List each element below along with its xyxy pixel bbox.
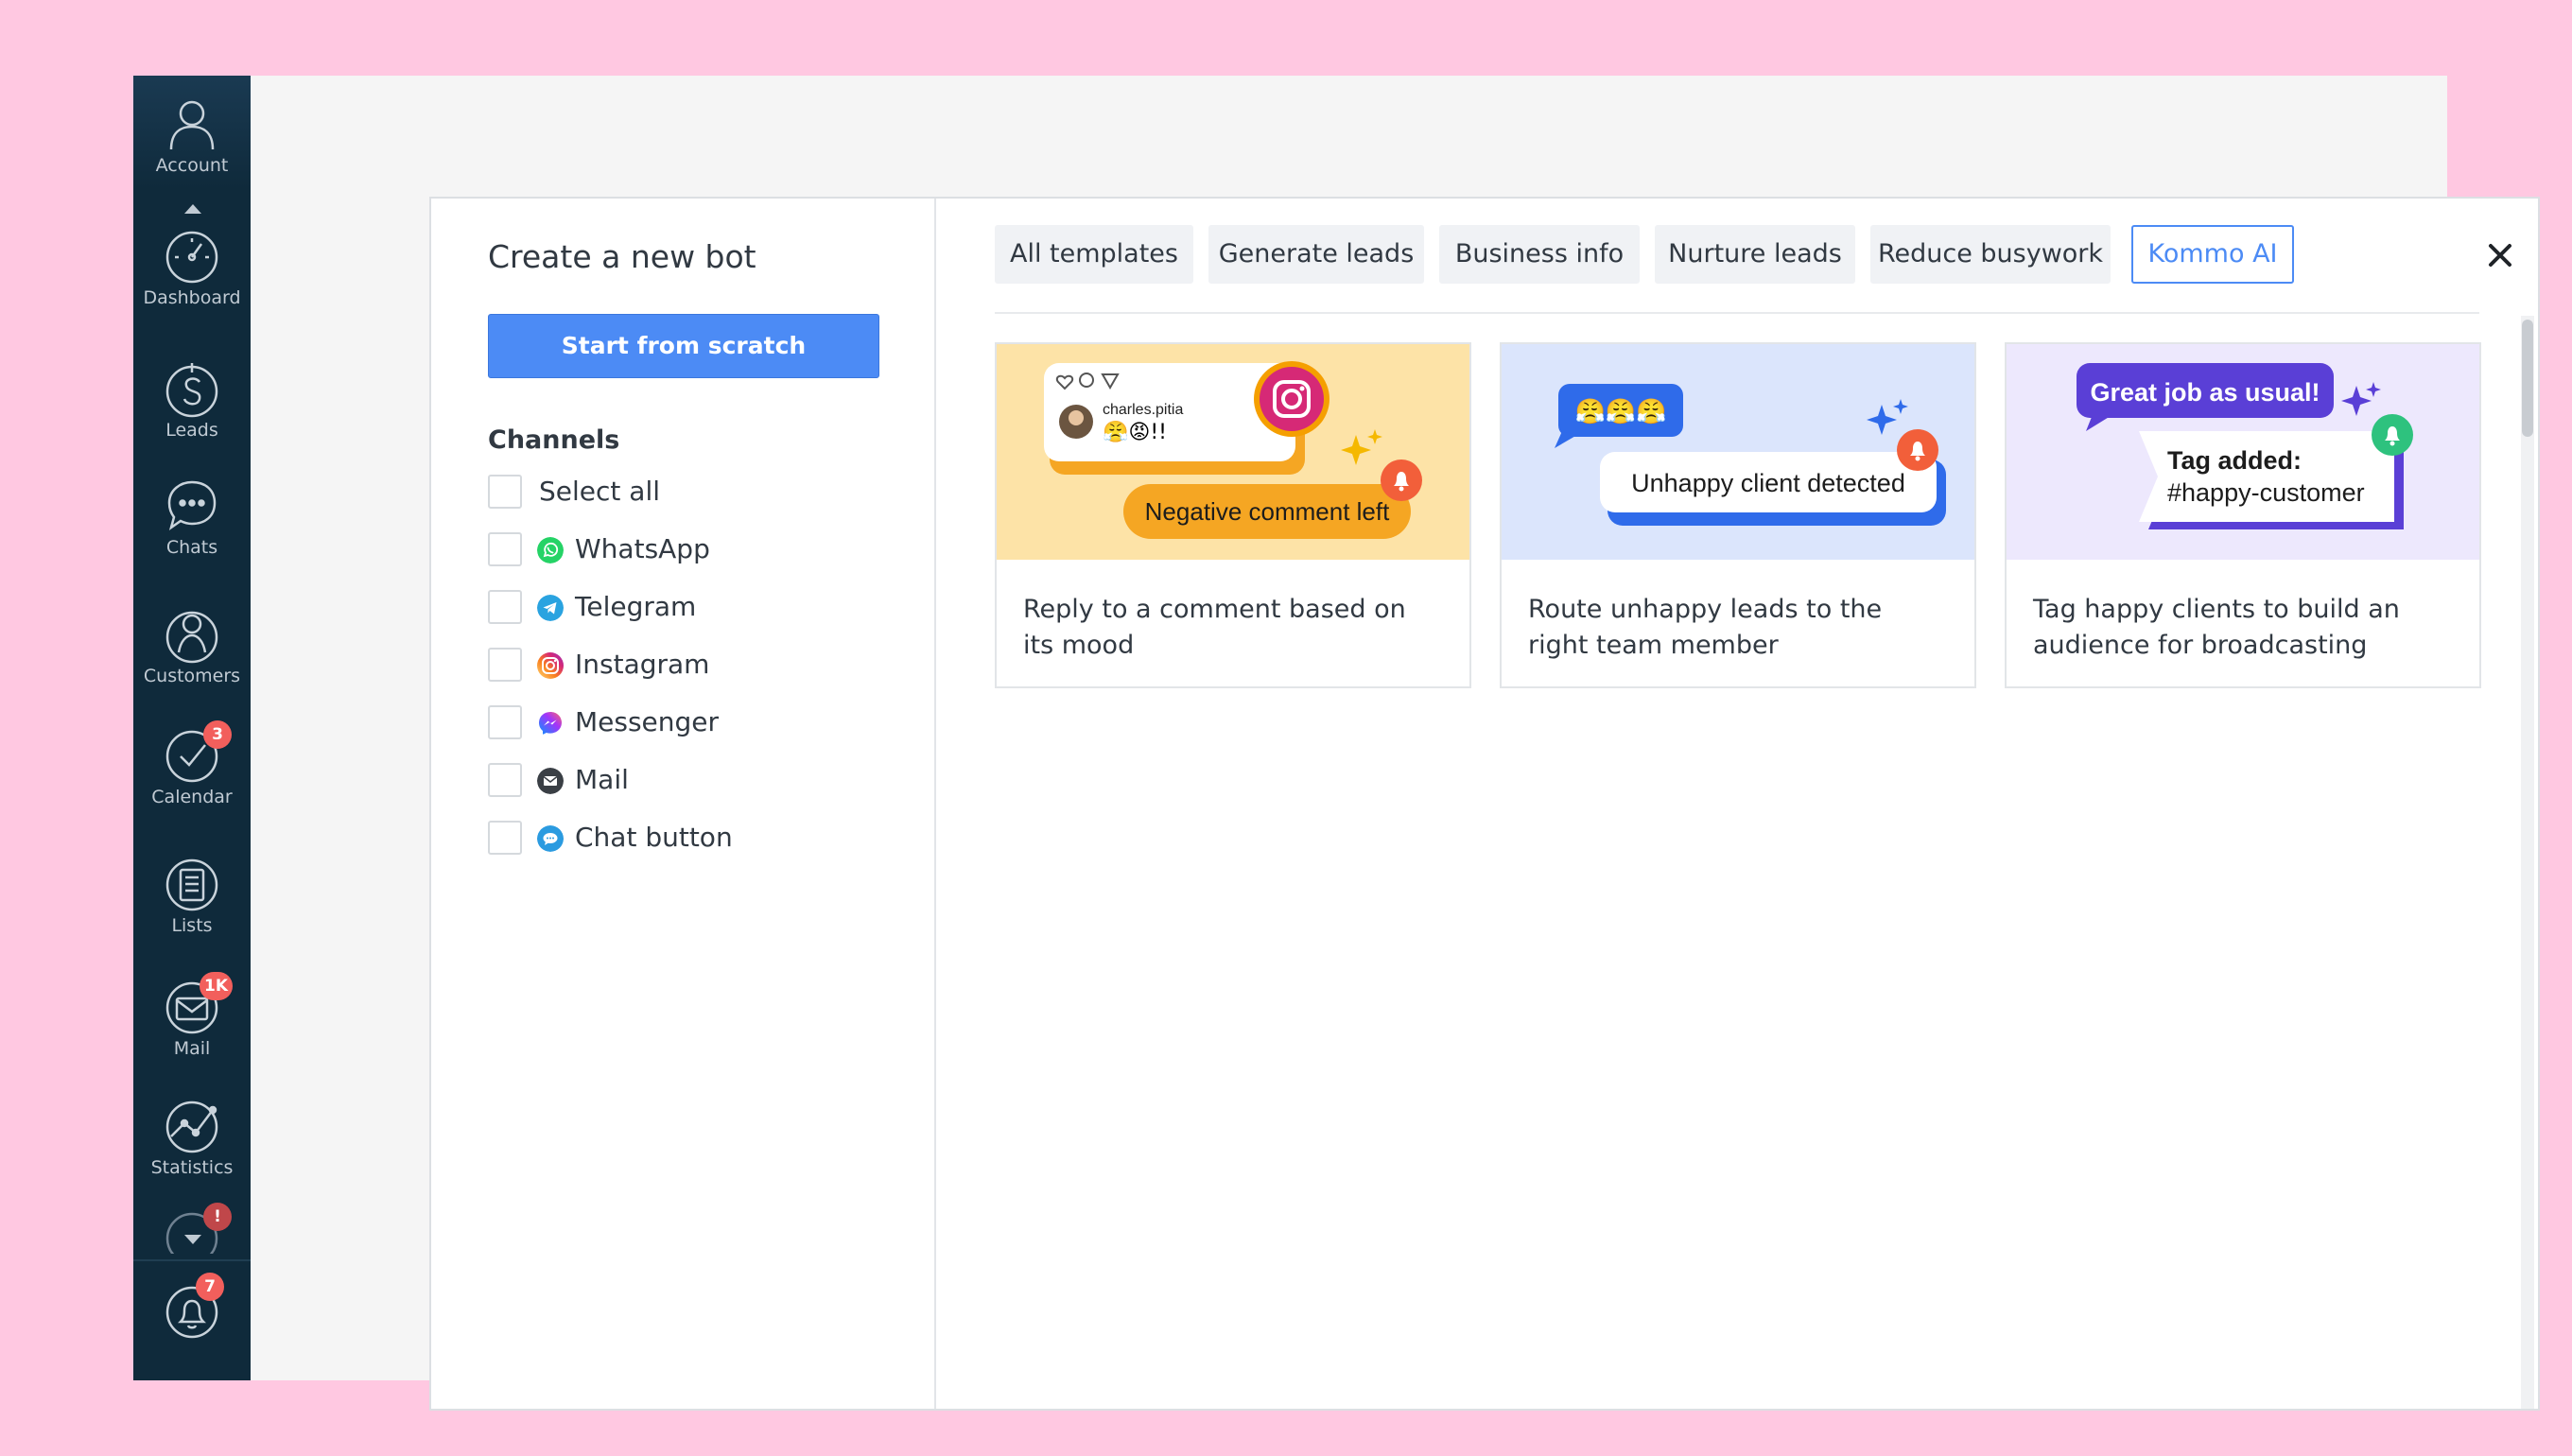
leads-icon — [165, 363, 218, 418]
channel-label: Chat button — [575, 822, 733, 853]
app-window: Account Dashboard Leads Chats Customers … — [133, 76, 2540, 1411]
tab-kommo-ai[interactable]: Kommo AI — [2131, 225, 2294, 284]
card-bubble-text: Great job as usual! — [2090, 378, 2320, 407]
sidebar-item-label: Mail — [173, 1038, 211, 1059]
card-bubble-text: Unhappy client detected — [1631, 469, 1905, 497]
chat-button-icon — [537, 825, 564, 852]
sidebar-item-leads[interactable]: Leads — [133, 346, 251, 452]
channel-label: Instagram — [575, 649, 710, 680]
sidebar-item-label: Customers — [143, 666, 241, 686]
sidebar-item-label: Chats — [165, 537, 218, 558]
sidebar-item-dashboard[interactable]: Dashboard — [133, 214, 251, 320]
account-icon — [169, 100, 215, 150]
channel-label: WhatsApp — [575, 533, 710, 564]
sidebar-item-label: Statistics — [150, 1157, 234, 1178]
card-emojis: 😤😤😤 — [1574, 398, 1666, 426]
sidebar-item-label: Lists — [171, 915, 213, 936]
sidebar-item-mail[interactable]: 1K Mail — [133, 964, 251, 1070]
statistics-icon — [165, 1101, 218, 1153]
sidebar-item-label: Account — [155, 155, 229, 176]
checkbox[interactable] — [488, 705, 522, 739]
close-icon[interactable] — [2481, 236, 2519, 274]
channels-title: Channels — [488, 425, 620, 455]
mail-icon — [537, 768, 564, 794]
channel-select-all[interactable]: Select all — [488, 473, 866, 511]
channel-label: Messenger — [575, 706, 720, 737]
sidebar-item-label: Dashboard — [143, 287, 241, 308]
template-card-tag-happy[interactable]: Great job as usual! Tag added: #happy-cu… — [2005, 342, 2481, 688]
sidebar-divider — [133, 1259, 251, 1261]
scrollbar-track[interactable] — [2521, 316, 2534, 1409]
card-tag-line1: Tag added: — [2167, 446, 2302, 475]
channel-label: Mail — [575, 764, 629, 795]
tab-all-templates[interactable]: All templates — [995, 225, 1193, 284]
card-illustration: charles.pitia 😤😡!! Negative comment left — [997, 344, 1469, 560]
tab-business-info[interactable]: Business info — [1439, 225, 1640, 284]
sidebar-item-statistics[interactable]: Statistics — [133, 1083, 251, 1189]
calendar-badge: 3 — [203, 720, 232, 749]
whatsapp-icon — [537, 537, 564, 563]
sidebar-item-label: Leads — [165, 420, 218, 441]
more-badge: ! — [203, 1203, 232, 1231]
channel-instagram[interactable]: Instagram — [488, 646, 866, 684]
card-emojis: 😤😡!! — [1103, 420, 1167, 444]
checkbox[interactable] — [488, 821, 522, 855]
sidebar-item-account[interactable]: Account — [133, 81, 251, 187]
tab-generate-leads[interactable]: Generate leads — [1208, 225, 1424, 284]
scroll-up-icon[interactable] — [184, 204, 201, 214]
template-card-route-unhappy[interactable]: 😤😤😤 Unhappy client detected Route unhapp… — [1500, 342, 1976, 688]
card-bubble-text: Negative comment left — [1145, 497, 1390, 526]
checkbox[interactable] — [488, 590, 522, 624]
template-card-reply-comment[interactable]: charles.pitia 😤😡!! Negative comment left… — [995, 342, 1471, 688]
lists-icon — [165, 858, 218, 911]
sidebar-item-label: Calendar — [151, 787, 233, 807]
channel-telegram[interactable]: Telegram — [488, 588, 866, 626]
card-description: Route unhappy leads to the right team me… — [1528, 595, 1883, 660]
customers-icon — [165, 611, 218, 664]
card-illustration: Great job as usual! Tag added: #happy-cu… — [2007, 344, 2479, 560]
notifications-badge: 7 — [196, 1273, 224, 1301]
tabs-divider — [995, 312, 2479, 314]
instagram-icon — [537, 652, 564, 679]
card-description: Tag happy clients to build an audience f… — [2033, 595, 2400, 660]
card-description: Reply to a comment based on its mood — [1023, 595, 1406, 660]
start-from-scratch-button[interactable]: Start from scratch — [488, 314, 879, 378]
checkbox[interactable] — [488, 648, 522, 682]
sidebar-item-more[interactable]: ! — [133, 1197, 251, 1254]
checkbox[interactable] — [488, 763, 522, 797]
card-tag-line2: #happy-customer — [2167, 478, 2365, 507]
card-illustration: 😤😤😤 Unhappy client detected — [1502, 344, 1974, 560]
create-bot-modal: Create a new bot Start from scratch Chan… — [429, 197, 2540, 1411]
channel-messenger[interactable]: Messenger — [488, 703, 866, 741]
channel-mail[interactable]: Mail — [488, 761, 866, 799]
telegram-icon — [537, 595, 564, 621]
sidebar-item-lists[interactable]: Lists — [133, 841, 251, 947]
sidebar: Account Dashboard Leads Chats Customers … — [133, 76, 251, 1380]
modal-title: Create a new bot — [488, 238, 756, 275]
checkbox[interactable] — [488, 475, 522, 509]
chats-icon — [167, 480, 217, 531]
sidebar-item-calendar[interactable]: 3 Calendar — [133, 713, 251, 819]
sidebar-item-notifications[interactable]: 7 — [133, 1269, 251, 1375]
bot-options-panel: Create a new bot Start from scratch Chan… — [431, 199, 936, 1409]
channel-label: Select all — [539, 476, 660, 507]
tab-nurture-leads[interactable]: Nurture leads — [1655, 225, 1855, 284]
channel-chat-button[interactable]: Chat button — [488, 819, 866, 857]
channel-label: Telegram — [575, 591, 697, 622]
channel-whatsapp[interactable]: WhatsApp — [488, 530, 866, 568]
mail-badge: 1K — [200, 972, 234, 1000]
scroll-down-icon[interactable] — [184, 1235, 201, 1244]
sidebar-item-chats[interactable]: Chats — [133, 463, 251, 569]
scrollbar-thumb[interactable] — [2522, 320, 2533, 437]
checkbox[interactable] — [488, 532, 522, 566]
card-username: charles.pitia — [1103, 402, 1183, 418]
messenger-icon — [539, 712, 562, 735]
dashboard-icon — [165, 231, 218, 284]
tab-reduce-busywork[interactable]: Reduce busywork — [1870, 225, 2111, 284]
sidebar-item-customers[interactable]: Customers — [133, 592, 251, 698]
